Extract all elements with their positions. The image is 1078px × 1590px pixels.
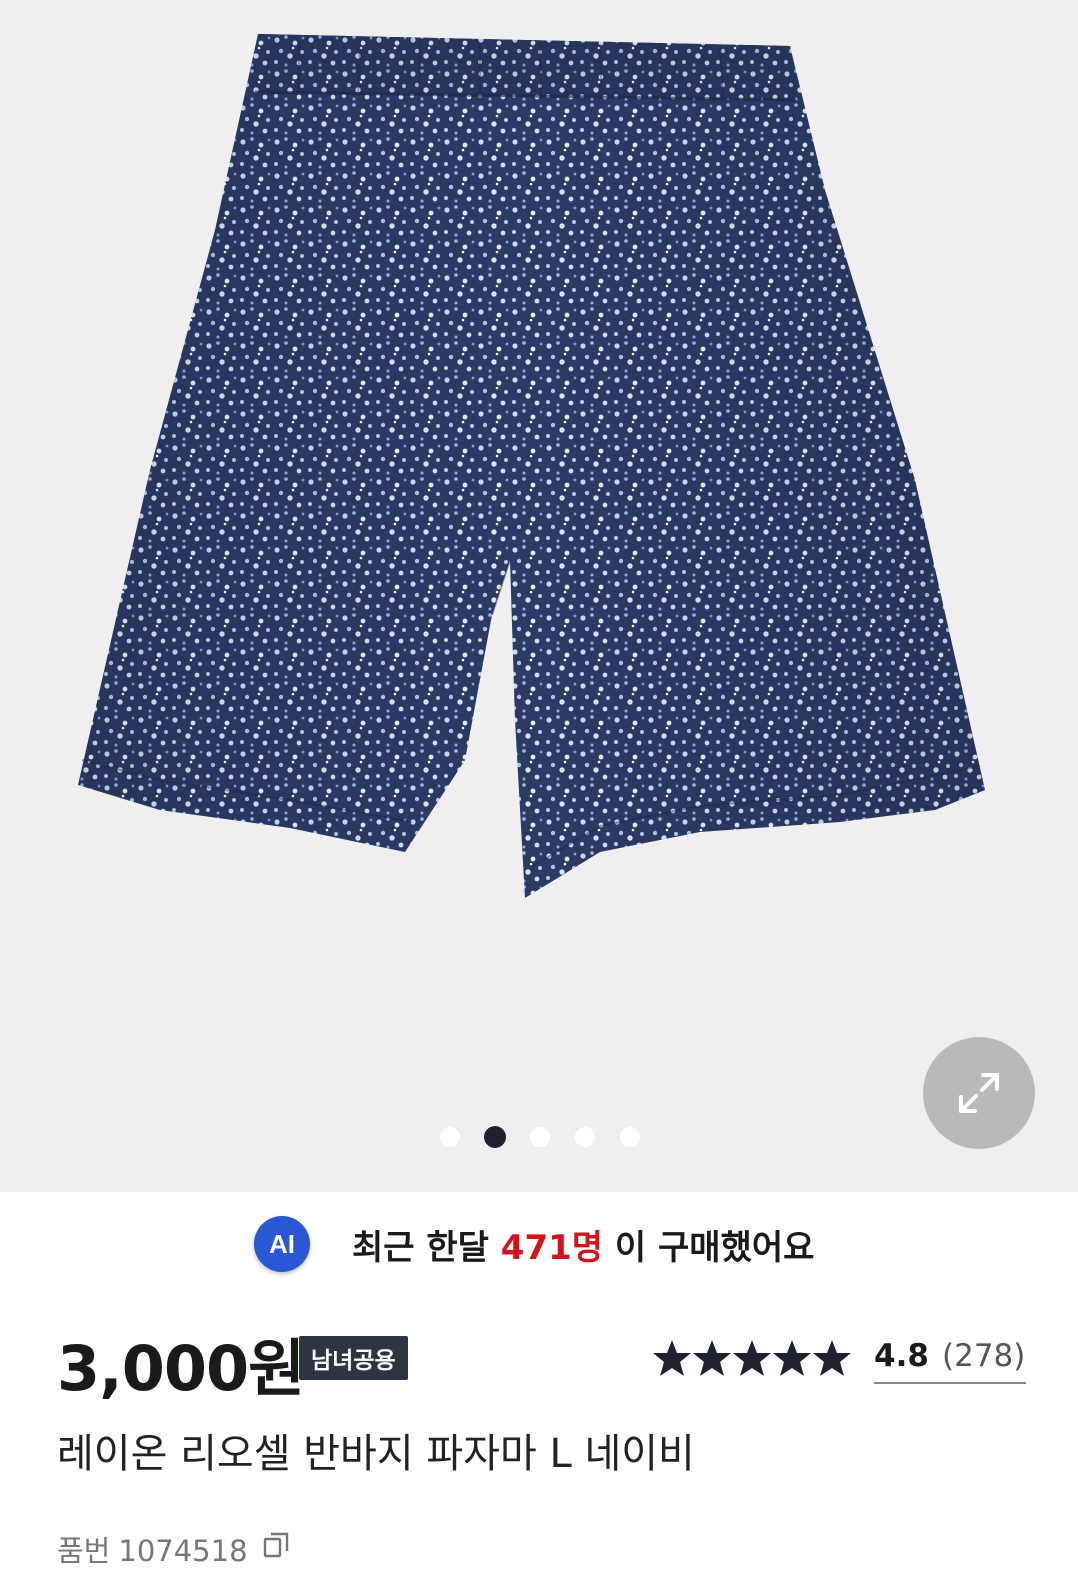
- product-image: [78, 34, 985, 898]
- product-sku: 품번 1074518: [57, 1528, 289, 1570]
- carousel-dot[interactable]: [575, 1127, 595, 1147]
- star-icon: [773, 1340, 811, 1376]
- review-count[interactable]: (278): [942, 1338, 1025, 1374]
- expand-icon: [959, 1073, 999, 1113]
- gender-tag: 남녀공용: [299, 1336, 408, 1380]
- ai-purchase-text: 최근 한달 471명 이 구매했어요: [352, 1220, 814, 1269]
- star-icon: [733, 1340, 771, 1376]
- carousel-dot-active[interactable]: [484, 1126, 506, 1148]
- ai-purchase-banner: AI 최근 한달 471명 이 구매했어요: [0, 1212, 1078, 1282]
- star-icon: [653, 1340, 691, 1376]
- product-title: 레이온 리오셀 반바지 파자마 L 네이비: [57, 1431, 695, 1477]
- sku-label: 품번: [57, 1534, 111, 1568]
- carousel-dot[interactable]: [620, 1127, 640, 1147]
- product-price: 3,000원: [57, 1332, 305, 1405]
- carousel-dot[interactable]: [440, 1127, 460, 1147]
- carousel-indicator: [0, 1124, 1078, 1150]
- rating-underline: [874, 1382, 1026, 1384]
- ai-text-suffix: 이 구매했어요: [603, 1228, 815, 1268]
- star-icon: [813, 1340, 851, 1376]
- star-icon: [693, 1340, 731, 1376]
- sku-number: 1074518: [118, 1534, 248, 1568]
- ai-badge: AI: [254, 1216, 310, 1272]
- product-gallery[interactable]: [0, 0, 1078, 1192]
- rating-score: 4.8: [874, 1338, 929, 1374]
- ai-purchase-count: 471명: [500, 1228, 604, 1268]
- ai-text-prefix: 최근 한달: [352, 1228, 501, 1268]
- rating-stars: [653, 1340, 851, 1376]
- copy-icon[interactable]: [261, 1530, 291, 1560]
- carousel-dot[interactable]: [530, 1127, 550, 1147]
